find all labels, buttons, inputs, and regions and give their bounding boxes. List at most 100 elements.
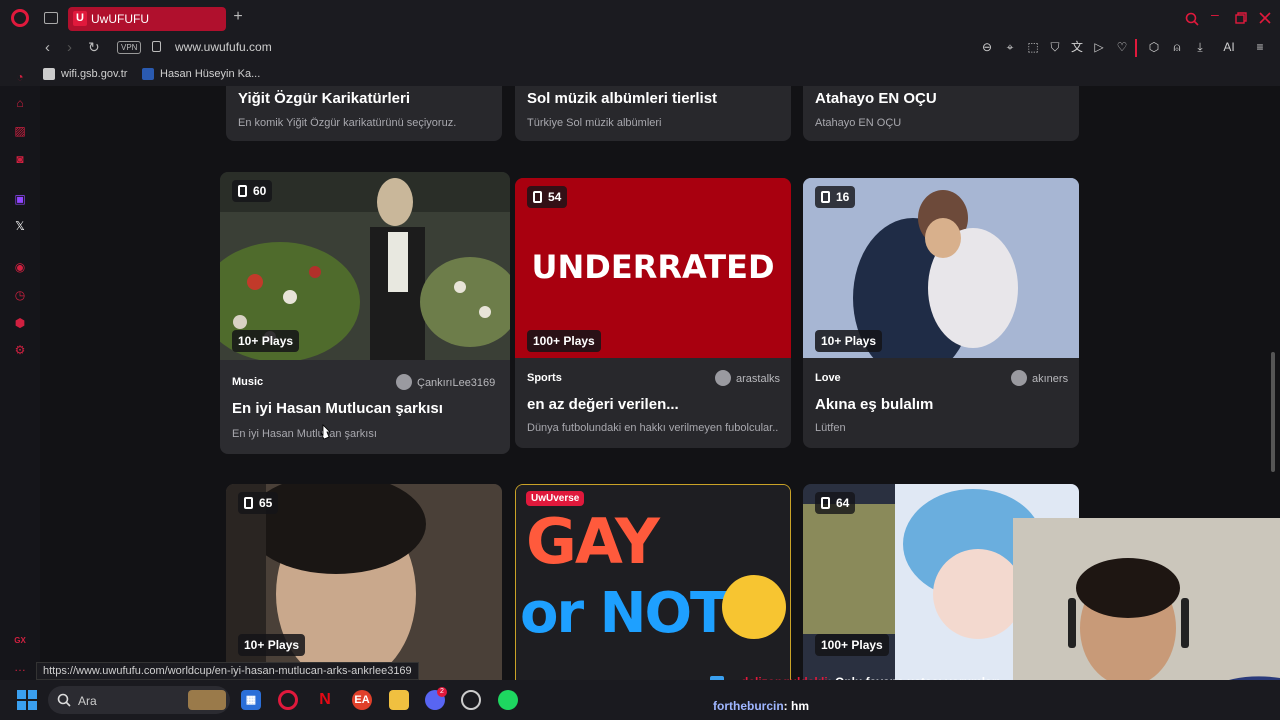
heart-icon[interactable]: ♡ — [1115, 40, 1129, 54]
card-description: Dünya futbolundaki en hakkı verilmeyen f… — [527, 422, 779, 434]
ai-label: AI — [1223, 40, 1235, 54]
scrollbar-thumb[interactable] — [1271, 352, 1275, 472]
profile-icon[interactable]: ⍝ — [1170, 40, 1184, 54]
card-title: Akına eş bulalım — [815, 396, 934, 413]
plays-badge: 10+ Plays — [815, 330, 883, 352]
download-icon[interactable]: ⤓ — [1193, 40, 1207, 54]
bookmark-wifi[interactable]: wifi.gsb.gov.tr — [61, 68, 127, 80]
item-count-badge: 60 — [232, 180, 273, 202]
item-count-badge: 65 — [238, 492, 279, 514]
netflix-icon[interactable]: N — [315, 690, 335, 710]
reload-icon[interactable]: ↻ — [88, 39, 100, 56]
worldcup-card[interactable]: Sol müzik albümleri tierlist Türkiye Sol… — [515, 86, 791, 141]
worldcup-card[interactable]: Yiğit Özgür Karikatürleri En komik Yiğit… — [226, 86, 502, 141]
chat-text: : hm — [783, 699, 810, 713]
author-name: arastalks — [736, 373, 781, 385]
settings-icon[interactable]: ⚙ — [13, 343, 27, 357]
card-title: En iyi Hasan Mutlucan şarkısı — [232, 400, 443, 417]
card-description: Türkiye Sol müzik albümleri — [527, 117, 662, 129]
gx-icon[interactable]: GX — [13, 634, 27, 648]
worldcup-card-hasan-mutlucan[interactable]: 60 10+ Plays Music ÇankırıLee3169 En iyi… — [220, 172, 510, 454]
search-icon — [57, 693, 71, 707]
author[interactable]: ÇankırıLee3169 — [396, 374, 495, 390]
bookmark-favicon-icon — [43, 68, 55, 80]
messenger-icon[interactable]: ◙ — [13, 152, 27, 166]
avatar-icon — [1011, 370, 1027, 386]
extensions-icon[interactable]: ⬡ — [1147, 40, 1161, 54]
ea-icon[interactable]: EA — [352, 690, 372, 710]
mouse-cursor-icon — [320, 424, 331, 440]
divider — [1135, 39, 1137, 57]
address-bar: ‹ › ↻ VPN www.uwufufu.com ⊖ ⌖ ⬚ ⛉ 文 ▷ ♡ … — [0, 36, 1280, 62]
author-name: akıners — [1032, 373, 1069, 385]
tab-uwufufu[interactable]: U UwUFUFU — [68, 7, 226, 31]
zoom-icon[interactable]: ⊖ — [980, 40, 994, 54]
card-title: Sol müzik albümleri tierlist — [527, 90, 718, 107]
card-title: Yiğit Özgür Karikatürleri — [238, 90, 410, 107]
adblock-shield-icon[interactable]: ⛉ — [1048, 40, 1062, 54]
file-explorer-icon[interactable] — [389, 690, 409, 710]
worldcup-card[interactable]: 65 10+ Plays — [226, 484, 502, 690]
card-description: En komik Yiğit Özgür karikatürünü seçiyo… — [238, 117, 457, 129]
translate-icon[interactable]: 文 — [1070, 40, 1084, 54]
status-url: https://www.uwufufu.com/worldcup/en-iyi-… — [36, 662, 419, 680]
forward-icon[interactable]: › — [67, 39, 72, 56]
player-icon[interactable]: ◉ — [13, 260, 27, 274]
close-icon[interactable] — [1259, 12, 1271, 24]
opera-sidebar: ◔ ⌂ ▨ ◙ ▣ 𝕏 ◉ ◷ ⬢ ⚙ GX … — [0, 70, 40, 690]
vpn-badge[interactable]: VPN — [117, 41, 142, 54]
minimize-icon[interactable]: – — [1211, 6, 1219, 22]
twitch-icon[interactable]: ▣ — [13, 192, 27, 206]
play-icon[interactable]: ▷ — [1092, 40, 1106, 54]
pin-icon[interactable]: ⌖ — [1003, 40, 1017, 54]
uwufufu-favicon-icon: U — [73, 11, 87, 26]
card-thumbnail: GAY or NOT — [516, 485, 790, 689]
taskbar-search[interactable]: Ara — [48, 686, 230, 714]
author[interactable]: akıners — [1011, 370, 1068, 386]
windows-start-icon[interactable] — [17, 690, 37, 710]
category-label: Sports — [527, 372, 562, 384]
search-highlight-icon — [188, 690, 226, 710]
new-tab-button[interactable]: + — [230, 9, 246, 25]
steam-icon[interactable] — [461, 690, 481, 710]
store-icon[interactable]: ▦ — [241, 690, 261, 710]
more-icon[interactable]: … — [13, 660, 27, 674]
thumbnail-banner-subtext: or NOT — [520, 581, 728, 646]
tab-list-icon[interactable] — [44, 12, 58, 24]
opera-logo-icon[interactable] — [11, 9, 29, 27]
plays-badge: 10+ Plays — [232, 330, 300, 352]
opera-gx-taskbar-icon[interactable] — [278, 690, 298, 710]
worldcup-card-gay-or-not[interactable]: GAY or NOT UwUverse — [515, 484, 791, 690]
uwuverse-badge: UwUverse — [526, 491, 585, 506]
back-icon[interactable]: ‹ — [45, 39, 50, 56]
item-count-badge: 64 — [815, 492, 856, 514]
item-count: 54 — [548, 190, 562, 204]
bookmark-hasan[interactable]: Hasan Hüseyin Ka... — [160, 68, 260, 80]
cards-icon — [244, 497, 253, 509]
ai-button[interactable]: AI — [1215, 40, 1243, 54]
thinking-emoji-icon — [722, 575, 786, 639]
card-description: Atahayo EN OÇU — [815, 117, 902, 129]
twitch-sidebar-icon[interactable]: ▨ — [13, 124, 27, 138]
speed-dial-icon[interactable]: ◔ — [13, 70, 27, 84]
worldcup-card-akina[interactable]: 16 10+ Plays Love akıners Akına eş bulal… — [803, 178, 1079, 448]
lock-icon[interactable] — [152, 41, 161, 52]
thumbnail-banner-text: GAY — [526, 505, 660, 578]
menu-icon[interactable]: ≡ — [1253, 40, 1267, 54]
category-label: Music — [232, 376, 264, 388]
card-description: Lütfen — [815, 422, 846, 434]
url-field[interactable]: www.uwufufu.com — [175, 40, 272, 54]
maximize-icon[interactable] — [1235, 12, 1247, 24]
snapshot-icon[interactable]: ⬚ — [1026, 40, 1040, 54]
x-icon[interactable]: 𝕏 — [13, 219, 27, 233]
gaming-icon[interactable]: ⌂ — [13, 96, 27, 110]
discord-badge: 2 — [437, 687, 447, 697]
extensions-sidebar-icon[interactable]: ⬢ — [13, 316, 27, 330]
spotify-icon[interactable] — [498, 690, 518, 710]
history-icon[interactable]: ◷ — [13, 288, 27, 302]
worldcup-card-underrated[interactable]: UNDERRATED 54 100+ Plays Sports arastalk… — [515, 178, 791, 448]
search-icon[interactable] — [1185, 12, 1199, 26]
search-placeholder: Ara — [78, 694, 97, 708]
worldcup-card[interactable]: Atahayo EN OÇU Atahayo EN OÇU — [803, 86, 1079, 141]
author[interactable]: arastalks — [715, 370, 780, 386]
